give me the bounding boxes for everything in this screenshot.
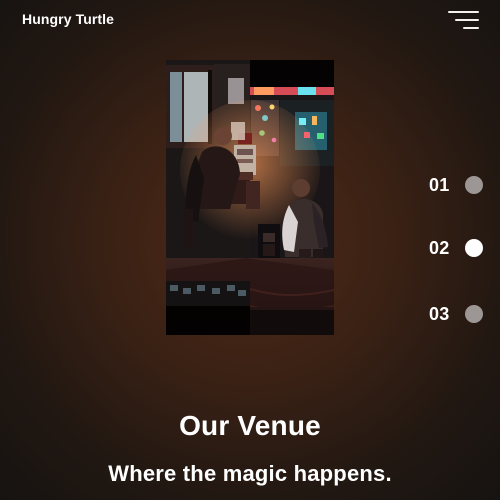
- page-title: Our Venue: [179, 410, 321, 441]
- menu-line-bottom: [463, 27, 479, 29]
- slide-item-02[interactable]: 02: [429, 237, 489, 261]
- menu-line-top: [448, 11, 479, 13]
- slide-item-01[interactable]: 01: [429, 174, 489, 198]
- slide-item-03[interactable]: 03: [429, 303, 489, 327]
- slide-dot: [465, 305, 483, 323]
- slide-dot: [465, 176, 483, 194]
- menu-line-middle: [455, 19, 479, 21]
- slide-number: 02: [429, 238, 450, 258]
- venue-photo-illustration: [166, 60, 334, 335]
- slide-number: 01: [429, 175, 450, 195]
- page-subtitle: Where the magic happens.: [108, 461, 392, 486]
- venue-slide-page: Hungry Turtle 01 02 03 Our Venue Where t…: [0, 0, 500, 500]
- slide-navigation: 01 02 03: [429, 174, 489, 330]
- brand-name[interactable]: Hungry Turtle: [22, 10, 114, 28]
- slide-dot: [465, 239, 483, 257]
- menu-button[interactable]: [445, 9, 481, 31]
- slide-number: 03: [429, 304, 450, 324]
- venue-image[interactable]: [166, 60, 334, 335]
